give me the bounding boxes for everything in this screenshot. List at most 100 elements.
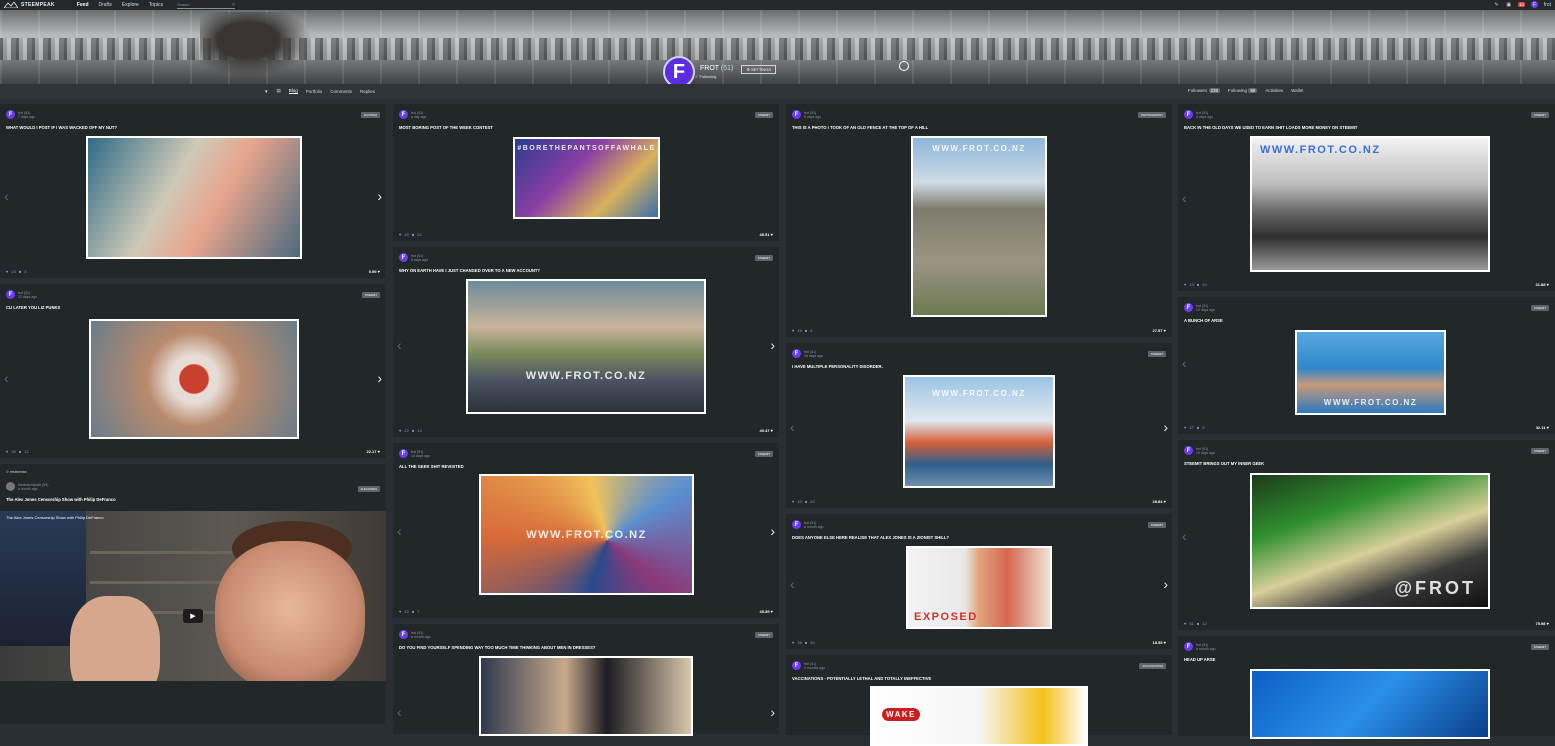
post-title[interactable]: BACK IN THE OLD DAYS WE USED TO EARN SHI… [1184, 125, 1358, 130]
upvote-icon[interactable]: ♥ [399, 428, 401, 433]
carousel-next-icon[interactable]: › [1163, 576, 1168, 592]
post-card[interactable]: Ffrot (51) 12 days ago STEEMIT A BUNCH OF… [1178, 297, 1555, 434]
post-author[interactable]: Ffrot (51) 7 days ago [6, 110, 35, 119]
post-card[interactable]: Ffrot (51) 6 days ago STEEMIT WHY ON EART… [393, 247, 779, 437]
post-card[interactable]: Ffrot (51) 5 days ago PHOTOGRAPHY THIS IS… [786, 104, 1172, 337]
tab-followers[interactable]: Followers 238 [1188, 88, 1221, 93]
user-avatar[interactable]: F [1530, 1, 1538, 8]
post-image[interactable] [89, 319, 299, 439]
video-player[interactable]: The Alex Jones Censorship Show with Phil… [0, 511, 386, 681]
post-image[interactable]: WWW.FROT.CO.NZ [1250, 136, 1490, 272]
comment-icon[interactable]: ■ [412, 232, 414, 237]
post-tag[interactable]: VACCINATIONS [1139, 663, 1166, 669]
carousel-next-icon[interactable]: › [1163, 419, 1168, 435]
tab-portfolio[interactable]: Portfolio [306, 89, 323, 94]
resteemed-video-card[interactable]: ↻ resteemed thedesiredpath (55) a month a… [0, 464, 386, 724]
post-author[interactable]: Ffrot (51) 12 days ago [6, 290, 37, 299]
comment-icon[interactable]: ■ [805, 328, 807, 333]
post-author[interactable]: Ffrot (51) 5 days ago [792, 110, 821, 119]
search-input[interactable]: Search ⚲ [176, 2, 235, 9]
filter-icon[interactable]: ▼ [264, 89, 268, 94]
user-name[interactable]: frot [1544, 2, 1551, 8]
wallet-icon[interactable]: ▣ [1506, 2, 1512, 8]
post-card[interactable]: Ffrot (51) 16 days ago STEEMIT I HAVE MUL… [786, 343, 1172, 508]
grid-view-icon[interactable]: ▤ [276, 88, 280, 94]
carousel-next-icon[interactable]: › [770, 704, 775, 720]
post-tag[interactable]: STEEMIT [1147, 522, 1166, 528]
carousel-next-icon[interactable]: › [377, 188, 382, 204]
post-title[interactable]: WHY ON EARTH HAVE I JUST CHANGED OVER TO… [399, 268, 540, 273]
post-author[interactable]: Ffrot (51) 14 days ago [399, 449, 430, 458]
post-card[interactable]: Ffrot (51) a day ago STEEMIT MOST BORING … [393, 104, 779, 241]
pencil-icon[interactable]: ✎ [1494, 2, 1500, 8]
upvote-icon[interactable]: ♥ [6, 269, 8, 274]
upvote-icon[interactable]: ♥ [399, 609, 401, 614]
post-image[interactable]: WWW.FROT.CO.NZ [1295, 330, 1446, 415]
post-image[interactable]: EXPOSED [906, 546, 1052, 629]
info-icon[interactable] [899, 61, 909, 71]
post-title[interactable]: A BUNCH OF ARSE [1184, 318, 1223, 323]
post-image[interactable]: WWW.FROT.CO.NZ [479, 474, 694, 595]
carousel-prev-icon[interactable]: ‹ [1182, 528, 1187, 544]
upvote-icon[interactable]: ♥ [1184, 425, 1186, 430]
post-tag[interactable]: STEEMIT [1530, 644, 1549, 650]
upvote-icon[interactable]: ♥ [792, 640, 794, 645]
comment-icon[interactable]: ■ [412, 428, 414, 433]
post-card[interactable]: Ffrot (51) 7 days ago FLOYDSA WHAT WOULD … [0, 104, 386, 278]
post-title[interactable]: CU LATER YOU LIZ PUNKS [6, 305, 60, 310]
carousel-next-icon[interactable]: › [770, 337, 775, 353]
post-author[interactable]: Ffrot (51) 6 days ago [399, 253, 428, 262]
carousel-next-icon[interactable]: › [770, 523, 775, 539]
comment-icon[interactable]: ■ [1197, 425, 1199, 430]
post-card[interactable]: Ffrot (51) 12 days ago STEEMIT CU LATER Y… [0, 284, 386, 458]
comment-icon[interactable]: ■ [1197, 282, 1199, 287]
post-title[interactable]: WHAT WOULD I POST IF I WAS WACKED OFF MY… [6, 125, 117, 130]
post-card[interactable]: Ffrot (51) 2 months ago VACCINATIONS VACC… [786, 655, 1172, 746]
nav-explore[interactable]: Explore [122, 2, 139, 8]
brand-logo[interactable]: STEEMPEAK [4, 2, 55, 8]
post-card[interactable]: Ffrot (51) a month ago STEEMIT DOES ANYON… [786, 514, 1172, 649]
notification-badge[interactable]: 10 [1518, 2, 1525, 7]
upvote-icon[interactable]: ♥ [1184, 282, 1186, 287]
post-image[interactable]: WAKE [870, 686, 1088, 746]
upvote-icon[interactable]: ♥ [792, 328, 794, 333]
carousel-prev-icon[interactable]: ‹ [1182, 355, 1187, 371]
post-tag[interactable]: STEEMIT [1147, 351, 1166, 357]
post-author[interactable]: Ffrot (51) a day ago [399, 110, 426, 119]
carousel-prev-icon[interactable]: ‹ [4, 188, 9, 204]
upvote-icon[interactable]: ♥ [792, 499, 794, 504]
tab-comments[interactable]: Comments [330, 89, 352, 94]
post-title[interactable]: The Alex Jones Censorship Show with Phil… [6, 497, 116, 502]
upvote-icon[interactable]: ♥ [1184, 621, 1186, 626]
post-author[interactable]: Ffrot (51) a month ago [1184, 642, 1215, 651]
post-author[interactable]: Ffrot (51) 16 days ago [1184, 446, 1215, 455]
tab-wallet[interactable]: Wallet [1291, 88, 1303, 93]
carousel-prev-icon[interactable]: ‹ [397, 704, 402, 720]
post-author[interactable]: Ffrot (51) a month ago [792, 520, 823, 529]
post-title[interactable]: THIS IS A PHOTO I TOOK OF AN OLD FENCE A… [792, 125, 928, 130]
post-tag[interactable]: STEEMIT [1530, 112, 1549, 118]
post-author[interactable]: Ffrot (51) 2 months ago [792, 661, 825, 670]
carousel-prev-icon[interactable]: ‹ [397, 523, 402, 539]
post-image[interactable]: WWW.FROT.CO.NZ [903, 375, 1055, 488]
post-title[interactable]: VACCINATIONS - POTENTIALLY LETHAL AND TO… [792, 676, 931, 681]
post-title[interactable]: ALL THE GEEK SHIT REVISITED [399, 464, 464, 469]
post-card[interactable]: Ffrot (51) 3 days ago STEEMIT BACK IN THE… [1178, 104, 1555, 291]
post-title[interactable]: STEEMIT BRINGS OUT MY INNER GEEK [1184, 461, 1264, 466]
upvote-icon[interactable]: ♥ [6, 449, 8, 454]
search-icon[interactable]: ⚲ [232, 2, 235, 7]
post-title[interactable]: HEAD UP ARSE [1184, 657, 1215, 662]
comment-icon[interactable]: ■ [805, 499, 807, 504]
post-image[interactable]: #BORETHEPANTSOFFAWHALE [513, 137, 660, 219]
post-card[interactable]: Ffrot (51) a month ago STEEMIT HEAD UP AR… [1178, 636, 1555, 739]
post-tag[interactable]: FLOYDSA [360, 112, 380, 118]
nav-drafts[interactable]: Drafts [99, 2, 112, 8]
post-tag[interactable]: PHOTOGRAPHY [1138, 112, 1166, 118]
play-button-icon[interactable]: ▶ [183, 609, 203, 623]
tab-following[interactable]: Following 88 [1228, 88, 1258, 93]
profile-avatar[interactable]: F [663, 56, 695, 84]
post-image[interactable] [1250, 669, 1490, 739]
tab-replies[interactable]: Replies [360, 89, 375, 94]
carousel-prev-icon[interactable]: ‹ [790, 576, 795, 592]
video-author[interactable]: thedesiredpath (55) a month ago [6, 482, 48, 491]
